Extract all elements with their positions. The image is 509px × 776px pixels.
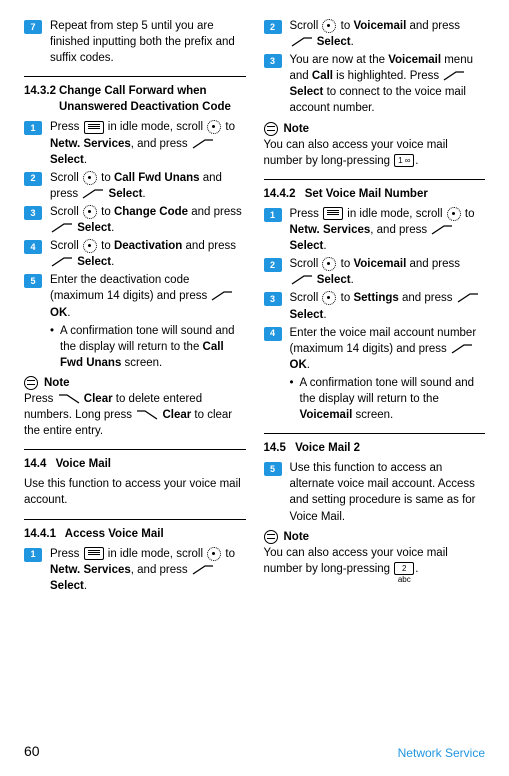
step-badge: 3	[24, 206, 42, 220]
section-name: Network Service	[398, 745, 485, 762]
heading-14-4: 14.4 Voice Mail	[24, 456, 246, 472]
content-columns: 7 Repeat from step 5 until you are finis…	[24, 18, 485, 734]
nav-key-icon	[83, 205, 97, 219]
softkey-left-icon	[51, 223, 73, 233]
softkey-left-icon	[192, 139, 214, 149]
divider	[24, 519, 246, 520]
nav-key-icon	[447, 207, 461, 221]
divider	[264, 433, 486, 434]
heading-14-4-1: 14.4.1 Access Voice Mail	[24, 526, 246, 542]
step-badge: 4	[24, 240, 42, 254]
softkey-left-icon	[51, 257, 73, 267]
right-column: 2 Scroll to Voicemail and press Select. …	[264, 18, 486, 734]
step-badge: 1	[24, 121, 42, 135]
avm-step-1: 1 Press in idle mode, scroll to Netw. Se…	[24, 546, 246, 594]
step-1: 1 Press in idle mode, scroll to Netw. Se…	[24, 119, 246, 167]
sv-step-3: 3 Scroll to Settings and press Select.	[264, 290, 486, 322]
key-2-icon: 2 abc	[394, 562, 414, 575]
page-footer: 60 Network Service	[24, 734, 485, 762]
nav-key-icon	[207, 120, 221, 134]
step-badge: 2	[24, 172, 42, 186]
note-text: You can also access your voice mail numb…	[264, 137, 486, 169]
step-text: Press in idle mode, scroll to Netw. Serv…	[50, 119, 246, 167]
divider	[24, 449, 246, 450]
softkey-left-icon	[211, 291, 233, 301]
step-badge: 1	[24, 548, 42, 562]
step-badge: 2	[264, 258, 282, 272]
bullet: • A confirmation tone will sound and the…	[290, 375, 486, 423]
left-column: 7 Repeat from step 5 until you are finis…	[24, 18, 246, 734]
softkey-left-icon	[431, 225, 453, 235]
note-heading: Note	[264, 529, 486, 545]
step-badge: 4	[264, 327, 282, 341]
step-badge: 3	[264, 54, 282, 68]
heading-14-3-2: 14.3.2 Change Call Forward when Unanswer…	[24, 83, 246, 115]
menu-key-icon	[84, 547, 104, 560]
step-badge: 1	[264, 208, 282, 222]
softkey-right-icon	[58, 394, 80, 404]
nav-key-icon	[83, 171, 97, 185]
step-5: 5 Enter the deactivation code (maximum 1…	[24, 272, 246, 320]
nav-key-icon	[322, 19, 336, 33]
sv-step-4: 4 Enter the voice mail account number (m…	[264, 325, 486, 373]
menu-key-icon	[84, 121, 104, 134]
note-heading: Note	[24, 375, 246, 391]
note-text: You can also access your voice mail numb…	[264, 545, 486, 577]
nav-key-icon	[322, 291, 336, 305]
nav-key-icon	[83, 239, 97, 253]
softkey-left-icon	[291, 275, 313, 285]
step-badge: 2	[264, 20, 282, 34]
key-1-icon: 1 ∞	[394, 154, 414, 167]
step-3: 3 Scroll to Change Code and press Select…	[24, 204, 246, 236]
softkey-left-icon	[443, 71, 465, 81]
heading-14-5: 14.5 Voice Mail 2	[264, 440, 486, 456]
step-badge: 5	[264, 462, 282, 476]
softkey-right-icon	[136, 410, 158, 420]
bullet: • A confirmation tone will sound and the…	[50, 323, 246, 371]
step-2: 2 Scroll to Call Fwd Unans and press Sel…	[24, 170, 246, 202]
note-icon	[24, 376, 38, 390]
nav-key-icon	[207, 547, 221, 561]
avm-step-2: 2 Scroll to Voicemail and press Select.	[264, 18, 486, 50]
vm2-step: 5 Use this function to access an alterna…	[264, 460, 486, 524]
step-badge: 7	[24, 20, 42, 34]
manual-page: 7 Repeat from step 5 until you are finis…	[0, 0, 509, 776]
step-text: Repeat from step 5 until you are finishe…	[50, 18, 246, 66]
menu-key-icon	[323, 207, 343, 220]
note-icon	[264, 122, 278, 136]
step-badge: 5	[24, 274, 42, 288]
divider	[264, 179, 486, 180]
nav-key-icon	[322, 257, 336, 271]
heading-14-4-2: 14.4.2 Set Voice Mail Number	[264, 186, 486, 202]
softkey-left-icon	[451, 344, 473, 354]
softkey-left-icon	[82, 189, 104, 199]
page-number: 60	[24, 742, 40, 762]
step-4: 4 Scroll to Deactivation and press Selec…	[24, 238, 246, 270]
note-icon	[264, 530, 278, 544]
softkey-left-icon	[291, 37, 313, 47]
softkey-left-icon	[192, 565, 214, 575]
note-heading: Note	[264, 121, 486, 137]
sv-step-2: 2 Scroll to Voicemail and press Select.	[264, 256, 486, 288]
divider	[24, 76, 246, 77]
para-14-4: Use this function to access your voice m…	[24, 476, 246, 508]
softkey-left-icon	[457, 293, 479, 303]
step-7: 7 Repeat from step 5 until you are finis…	[24, 18, 246, 66]
sv-step-1: 1 Press in idle mode, scroll to Netw. Se…	[264, 206, 486, 254]
avm-step-3: 3 You are now at the Voicemail menu and …	[264, 52, 486, 116]
step-badge: 3	[264, 292, 282, 306]
note-text: Press Clear to delete entered numbers. L…	[24, 391, 246, 439]
